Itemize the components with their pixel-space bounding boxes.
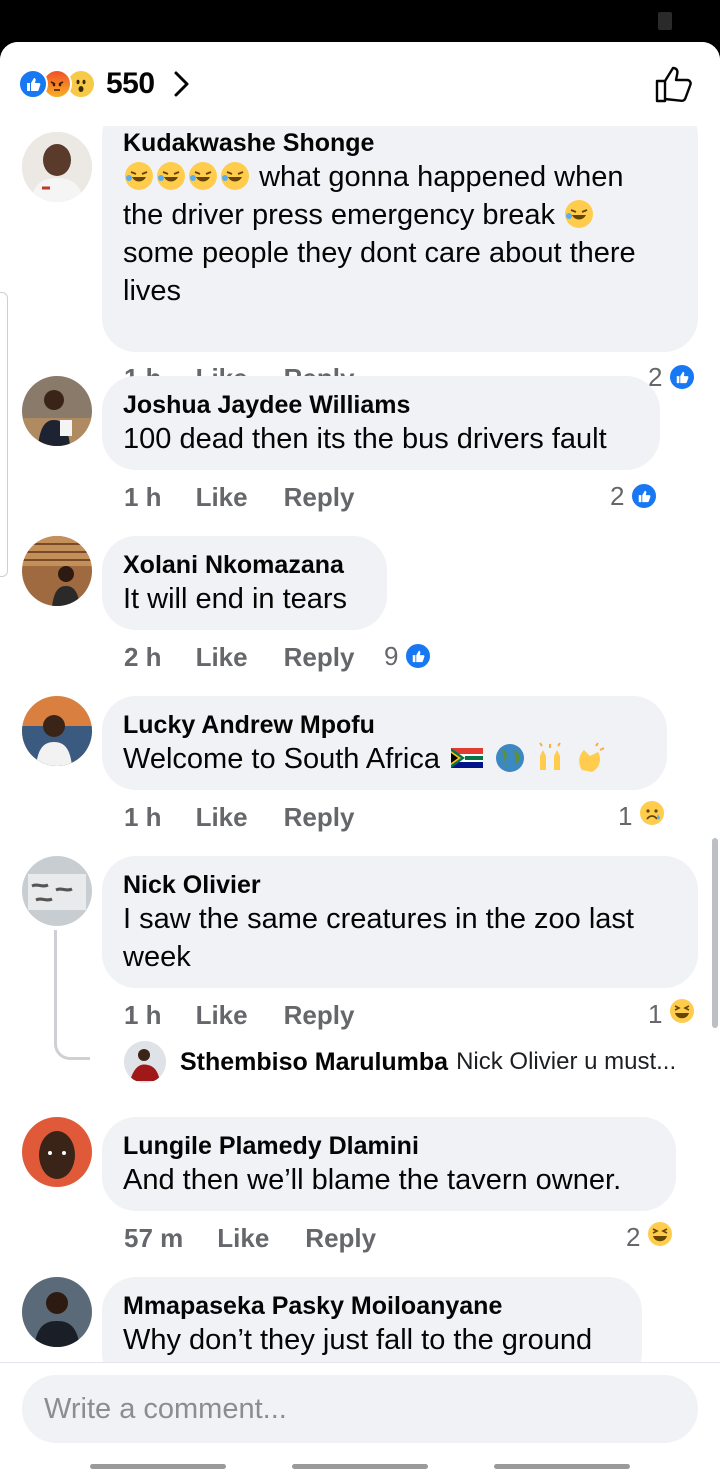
like-button[interactable]: Like bbox=[217, 1223, 269, 1254]
like-icon bbox=[404, 642, 433, 670]
comment-time: 57 m bbox=[124, 1222, 184, 1253]
comment-reactions[interactable]: 1 bbox=[648, 996, 697, 1032]
comment-bubble[interactable]: Nick Olivier I saw the same creatures in… bbox=[102, 856, 698, 988]
status-bar bbox=[0, 0, 720, 42]
reply-button[interactable]: Reply bbox=[284, 802, 355, 833]
scrollbar[interactable] bbox=[712, 838, 718, 1028]
avatar[interactable] bbox=[22, 376, 92, 446]
comment-reactions[interactable]: 1 bbox=[618, 798, 667, 834]
thread-line bbox=[54, 930, 90, 1060]
rofl-emoji-icon bbox=[187, 161, 219, 193]
comment-reactions[interactable]: 2 bbox=[626, 1219, 675, 1255]
globe-icon bbox=[494, 743, 526, 775]
comment-time: 1 h bbox=[124, 481, 162, 512]
comment-actions: 57 m Like Reply bbox=[124, 1221, 376, 1255]
like-post-icon[interactable] bbox=[654, 64, 694, 104]
reply-button[interactable]: Reply bbox=[284, 642, 355, 673]
nav-home-indicator[interactable] bbox=[292, 1464, 428, 1469]
comment-time: 1 h bbox=[124, 999, 162, 1030]
avatar[interactable] bbox=[124, 1041, 166, 1083]
raising-hands-icon bbox=[534, 742, 566, 775]
nav-back-indicator[interactable] bbox=[494, 1464, 630, 1469]
comment-author[interactable]: Lucky Andrew Mpofu bbox=[123, 710, 645, 740]
rofl-emoji-icon bbox=[219, 161, 251, 193]
reply-button[interactable]: Reply bbox=[305, 1223, 376, 1254]
comment-reactions[interactable]: 2 bbox=[610, 480, 659, 512]
panel-edge bbox=[0, 292, 8, 577]
comments-sheet: 550 Kudakwashe Shonge what gonna happene… bbox=[0, 42, 720, 1480]
reply-button[interactable]: Reply bbox=[284, 482, 355, 513]
haha-icon bbox=[646, 1219, 675, 1255]
reactions-header: 550 bbox=[0, 42, 720, 126]
like-button[interactable]: Like bbox=[196, 802, 248, 833]
comment-author[interactable]: Joshua Jaydee Williams bbox=[123, 390, 638, 420]
reply-button[interactable]: Reply bbox=[284, 1000, 355, 1031]
comment-time: 2 h bbox=[124, 641, 162, 672]
like-button[interactable]: Like bbox=[196, 642, 248, 673]
comment-author[interactable]: Nick Olivier bbox=[123, 870, 676, 900]
comment-actions: 1 h Like Reply bbox=[124, 800, 354, 834]
like-button[interactable]: Like bbox=[196, 1000, 248, 1031]
like-icon bbox=[18, 69, 48, 99]
chevron-right-icon bbox=[174, 71, 189, 97]
comment-bubble[interactable]: Joshua Jaydee Williams 100 dead then its… bbox=[102, 376, 660, 470]
nav-recent-indicator[interactable] bbox=[90, 1464, 226, 1469]
comment-text: It will end in tears bbox=[123, 583, 348, 615]
comment-bubble[interactable]: Kudakwashe Shonge what gonna happened wh… bbox=[102, 126, 698, 352]
reply-text: Nick Olivier u must... bbox=[456, 1048, 677, 1075]
rofl-emoji-icon bbox=[123, 161, 155, 193]
system-nav-bar bbox=[0, 1452, 720, 1480]
comment-bubble[interactable]: Lucky Andrew Mpofu Welcome to South Afri… bbox=[102, 696, 667, 790]
avatar[interactable] bbox=[22, 536, 92, 606]
comment-author[interactable]: Mmapaseka Pasky Moiloanyane bbox=[123, 1291, 620, 1321]
avatar[interactable] bbox=[22, 132, 92, 202]
comment-input[interactable] bbox=[22, 1375, 698, 1443]
battery-icon bbox=[658, 12, 672, 30]
comments-list: Kudakwashe Shonge what gonna happened wh… bbox=[0, 126, 720, 1362]
avatar[interactable] bbox=[22, 1117, 92, 1187]
comment-text: Why don’t they just fall to the ground bbox=[123, 1324, 593, 1356]
reply-author[interactable]: Sthembiso Marulumba bbox=[180, 1048, 448, 1077]
avatar[interactable] bbox=[22, 696, 92, 766]
comment-bubble[interactable]: Xolani Nkomazana It will end in tears bbox=[102, 536, 387, 630]
avatar[interactable] bbox=[22, 1277, 92, 1347]
comment-actions: 1 h Like Reply bbox=[124, 998, 354, 1032]
comment-bubble[interactable]: Mmapaseka Pasky Moiloanyane Why don’t th… bbox=[102, 1277, 642, 1362]
comment-reactions[interactable]: 9 bbox=[384, 640, 433, 672]
like-icon bbox=[630, 482, 659, 510]
like-button[interactable]: Like bbox=[196, 482, 248, 513]
like-icon bbox=[668, 363, 697, 391]
south-africa-flag-icon bbox=[448, 743, 486, 775]
comment-reactions[interactable]: 2 bbox=[648, 361, 697, 393]
rofl-emoji-icon bbox=[155, 161, 187, 193]
clapping-hands-icon bbox=[574, 742, 606, 775]
reply-preview[interactable]: Sthembiso Marulumba Nick Olivier u must.… bbox=[124, 1040, 676, 1084]
comment-text: I saw the same creatures in the zoo last… bbox=[123, 903, 634, 973]
reaction-summary[interactable]: 550 bbox=[18, 67, 191, 100]
haha-icon bbox=[668, 996, 697, 1032]
comment-bubble[interactable]: Lungile Plamedy Dlamini And then we’ll b… bbox=[102, 1117, 676, 1211]
comment-actions: 2 h Like Reply bbox=[124, 640, 354, 674]
comment-text: Welcome to South Africa bbox=[123, 740, 645, 778]
sad-icon bbox=[638, 798, 667, 834]
reaction-count: 550 bbox=[106, 67, 155, 100]
comment-author[interactable]: Kudakwashe Shonge bbox=[123, 128, 676, 158]
rofl-emoji-icon bbox=[563, 199, 595, 231]
comment-text: what gonna happened when the driver pres… bbox=[123, 161, 636, 307]
comment-time: 1 h bbox=[124, 801, 162, 832]
comment-author[interactable]: Lungile Plamedy Dlamini bbox=[123, 1131, 654, 1161]
avatar[interactable] bbox=[22, 856, 92, 926]
comment-actions: 1 h Like Reply bbox=[124, 480, 354, 514]
comment-text: And then we’ll blame the tavern owner. bbox=[123, 1164, 622, 1196]
comment-author[interactable]: Xolani Nkomazana bbox=[123, 550, 365, 580]
comment-text: 100 dead then its the bus drivers fault bbox=[123, 423, 607, 455]
